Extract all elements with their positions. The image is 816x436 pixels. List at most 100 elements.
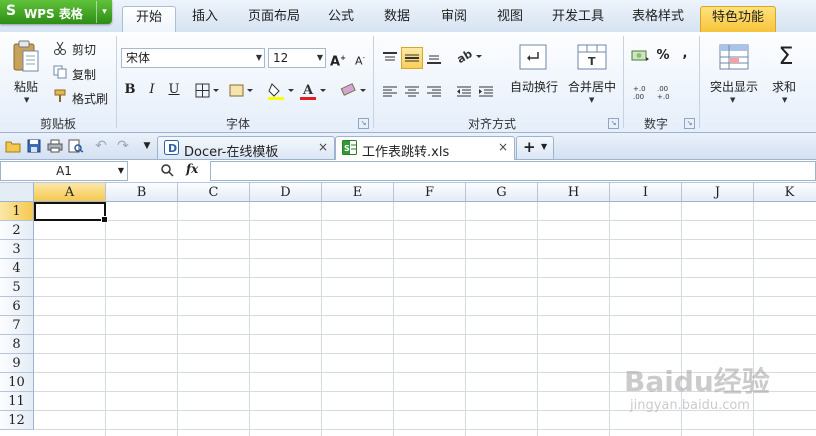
- row-header[interactable]: 3: [0, 240, 34, 259]
- merge-center-button[interactable]: T: [576, 42, 608, 72]
- select-all-corner[interactable]: [0, 183, 34, 202]
- tab-home[interactable]: 开始: [122, 6, 176, 34]
- column-header[interactable]: K: [754, 183, 816, 202]
- text-orientation-button[interactable]: ab: [454, 46, 484, 68]
- cell-style-button[interactable]: [228, 82, 256, 100]
- merge-center-dropdown-icon[interactable]: ▼: [589, 96, 594, 104]
- wrap-text-button[interactable]: [518, 42, 548, 72]
- insert-function-button[interactable]: fx: [186, 162, 198, 176]
- currency-format-button[interactable]: [630, 46, 652, 66]
- conditional-highlight-button[interactable]: [718, 42, 750, 72]
- underline-button[interactable]: U: [164, 80, 184, 100]
- italic-button[interactable]: I: [142, 80, 162, 100]
- new-tab-button[interactable]: + ▼: [516, 136, 554, 159]
- name-box[interactable]: A1 ▼: [0, 161, 128, 181]
- align-center-button[interactable]: [402, 82, 422, 102]
- align-left-button[interactable]: [380, 82, 400, 102]
- alignment-dialog-launcher-icon[interactable]: ↘: [608, 118, 619, 129]
- wrap-text-label[interactable]: 自动换行: [510, 78, 558, 95]
- clear-format-button[interactable]: [338, 80, 368, 102]
- decrease-indent-button[interactable]: [454, 82, 474, 102]
- align-right-button[interactable]: [424, 82, 444, 102]
- conditional-highlight-label[interactable]: 突出显示: [710, 78, 758, 95]
- font-color-button[interactable]: A: [298, 80, 328, 102]
- active-cell-a1[interactable]: [34, 202, 108, 223]
- column-header[interactable]: G: [466, 183, 538, 202]
- font-name-select[interactable]: 宋体 ▼: [121, 48, 265, 68]
- quick-access-dropdown-icon[interactable]: ▼: [138, 137, 156, 155]
- tab-review[interactable]: 审阅: [430, 6, 478, 32]
- tab-page-layout[interactable]: 页面布局: [238, 6, 310, 32]
- borders-button[interactable]: [194, 82, 222, 100]
- sum-sigma-icon[interactable]: Σ: [772, 40, 800, 72]
- comma-style-button[interactable]: ,: [675, 44, 695, 64]
- undo-icon[interactable]: ↶: [92, 137, 110, 155]
- column-header[interactable]: I: [610, 183, 682, 202]
- fill-handle[interactable]: [101, 216, 108, 223]
- row-header[interactable]: 5: [0, 278, 34, 297]
- grow-font-button[interactable]: A+: [328, 48, 348, 69]
- app-menu-button[interactable]: S WPS 表格 ▾: [0, 0, 112, 24]
- shrink-font-button[interactable]: A-: [350, 48, 370, 68]
- autosum-dropdown-icon[interactable]: ▼: [782, 96, 787, 104]
- formula-input[interactable]: [210, 161, 816, 181]
- fill-color-button[interactable]: [266, 80, 296, 102]
- open-folder-icon[interactable]: [4, 137, 22, 155]
- row-header[interactable]: 1: [0, 202, 34, 221]
- font-dialog-launcher-icon[interactable]: ↘: [358, 118, 369, 129]
- redo-icon[interactable]: ↷: [114, 137, 132, 155]
- column-header[interactable]: J: [682, 183, 754, 202]
- column-header[interactable]: E: [322, 183, 394, 202]
- format-painter-button[interactable]: 格式刷: [72, 90, 108, 107]
- merge-center-label[interactable]: 合并居中: [568, 78, 616, 95]
- font-size-dropdown-icon[interactable]: ▼: [317, 49, 323, 67]
- row-header[interactable]: 8: [0, 335, 34, 354]
- decrease-decimal-button[interactable]: .00 +.0: [656, 82, 678, 102]
- row-header[interactable]: 12: [0, 411, 34, 430]
- row-header[interactable]: 10: [0, 373, 34, 392]
- tab-developer[interactable]: 开发工具: [542, 6, 614, 32]
- cut-button[interactable]: 剪切: [72, 41, 96, 58]
- align-top-button[interactable]: [380, 48, 400, 68]
- row-header[interactable]: 9: [0, 354, 34, 373]
- column-header[interactable]: H: [538, 183, 610, 202]
- number-dialog-launcher-icon[interactable]: ↘: [684, 118, 695, 129]
- tab-data[interactable]: 数据: [372, 6, 422, 32]
- align-bottom-button[interactable]: [424, 48, 444, 68]
- close-icon[interactable]: ×: [318, 140, 328, 154]
- row-header[interactable]: 6: [0, 297, 34, 316]
- copy-button[interactable]: 复制: [72, 66, 96, 83]
- app-menu-dropdown-icon[interactable]: ▾: [96, 1, 112, 23]
- column-header[interactable]: A: [34, 183, 106, 202]
- font-name-dropdown-icon[interactable]: ▼: [256, 49, 262, 67]
- font-size-select[interactable]: 12 ▼: [268, 48, 326, 68]
- row-header[interactable]: 11: [0, 392, 34, 411]
- row-header[interactable]: 2: [0, 221, 34, 240]
- column-header[interactable]: D: [250, 183, 322, 202]
- magnifier-icon[interactable]: [160, 163, 176, 179]
- column-header[interactable]: C: [178, 183, 250, 202]
- tab-formulas[interactable]: 公式: [318, 6, 364, 32]
- tab-insert[interactable]: 插入: [180, 6, 230, 32]
- tab-special-features[interactable]: 特色功能: [700, 6, 776, 34]
- increase-indent-button[interactable]: [476, 82, 496, 102]
- increase-decimal-button[interactable]: +.0.00: [632, 82, 654, 102]
- tab-view[interactable]: 视图: [486, 6, 534, 32]
- print-icon[interactable]: [46, 137, 64, 155]
- paste-button[interactable]: [10, 38, 42, 76]
- name-box-dropdown-icon[interactable]: ▼: [118, 162, 124, 180]
- row-header[interactable]: 7: [0, 316, 34, 335]
- column-header[interactable]: F: [394, 183, 466, 202]
- column-header[interactable]: B: [106, 183, 178, 202]
- percent-button[interactable]: %: [653, 46, 673, 66]
- row-header[interactable]: 4: [0, 259, 34, 278]
- autosum-button[interactable]: 求和: [772, 78, 796, 95]
- highlight-dropdown-icon[interactable]: ▼: [730, 96, 735, 104]
- save-icon[interactable]: [25, 137, 43, 155]
- close-icon[interactable]: ×: [498, 140, 508, 154]
- paste-dropdown-icon[interactable]: ▼: [24, 96, 29, 104]
- doc-tab-docer[interactable]: D Docer-在线模板 ×: [157, 136, 335, 160]
- print-preview-icon[interactable]: [67, 137, 85, 155]
- new-tab-dropdown-icon[interactable]: ▼: [541, 142, 547, 151]
- align-middle-button[interactable]: [401, 47, 423, 69]
